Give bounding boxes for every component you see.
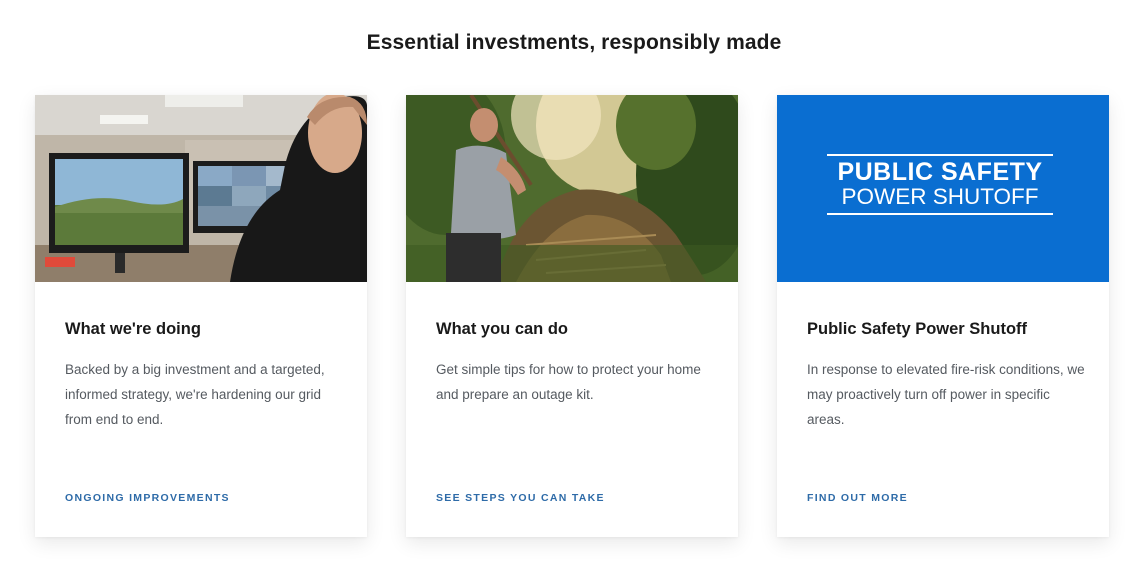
logo-divider-top bbox=[827, 154, 1053, 156]
see-steps-link[interactable]: SEE STEPS YOU CAN TAKE bbox=[436, 492, 605, 504]
card-description: Get simple tips for how to protect your … bbox=[436, 362, 701, 402]
card-description: Backed by a big investment and a targete… bbox=[65, 362, 325, 427]
clearing-brush-photo bbox=[406, 95, 738, 282]
card-description: In response to elevated fire-risk condit… bbox=[807, 362, 1085, 427]
control-room-photo bbox=[35, 95, 367, 282]
section-title: Essential investments, responsibly made bbox=[366, 31, 782, 54]
card-title: What we're doing bbox=[65, 320, 201, 338]
card-title: What you can do bbox=[436, 320, 568, 338]
psps-logo: PUBLIC SAFETY POWER SHUTOFF bbox=[825, 154, 1055, 215]
card-what-were-doing: What we're doing Backed by a big investm… bbox=[35, 95, 367, 537]
card-what-you-can-do: What you can do Get simple tips for how … bbox=[406, 95, 738, 537]
card-psps: PUBLIC SAFETY POWER SHUTOFF Public Safet… bbox=[777, 95, 1109, 537]
ongoing-improvements-link[interactable]: ONGOING IMPROVEMENTS bbox=[65, 492, 230, 504]
logo-line-1: PUBLIC SAFETY bbox=[837, 158, 1043, 186]
logo-line-2: POWER SHUTOFF bbox=[841, 184, 1039, 209]
psps-logo-banner: PUBLIC SAFETY POWER SHUTOFF bbox=[777, 95, 1109, 282]
card-title: Public Safety Power Shutoff bbox=[807, 320, 1028, 338]
logo-divider-bottom bbox=[827, 213, 1053, 215]
find-out-more-link[interactable]: FIND OUT MORE bbox=[807, 492, 908, 504]
